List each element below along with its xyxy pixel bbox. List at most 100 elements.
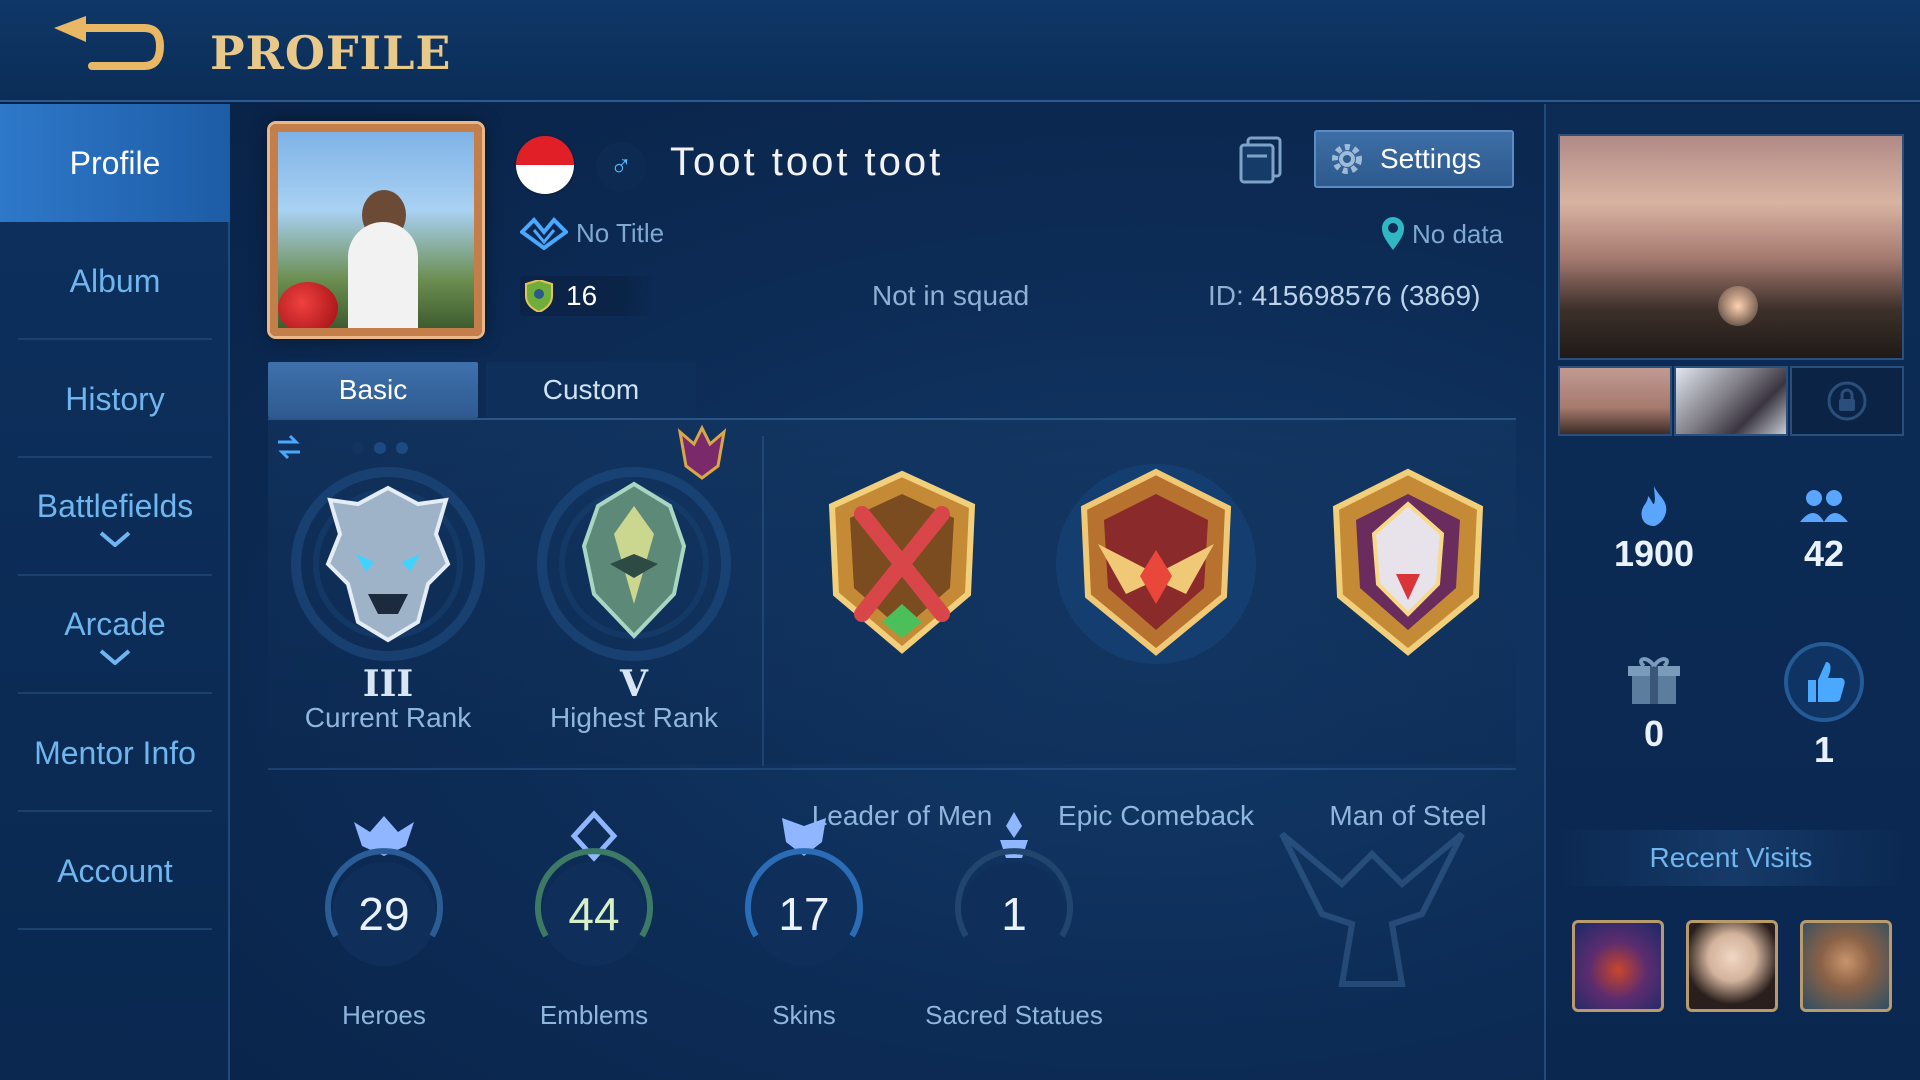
medal-man-of-steel[interactable]: Man of Steel	[1278, 454, 1538, 831]
section-divider	[762, 436, 764, 766]
sidebar-item-label: Account	[57, 852, 173, 889]
tab-basic[interactable]: Basic	[268, 362, 478, 418]
tab-custom[interactable]: Custom	[486, 362, 696, 418]
statues-ring: 1	[955, 812, 1073, 966]
back-arrow-icon[interactable]	[48, 14, 166, 80]
skins-ring: 17	[745, 818, 863, 966]
gift-icon	[1628, 657, 1680, 704]
visitor-avatar[interactable]	[1800, 920, 1892, 1012]
wolf-rank-emblem-icon	[291, 467, 485, 661]
popularity-stat[interactable]: 1900	[1584, 484, 1724, 575]
location-text: No data	[1412, 218, 1504, 249]
heroes-ring: 29	[325, 816, 443, 966]
rank-tier: III	[362, 663, 414, 705]
sidebar-item-mentor-info[interactable]: Mentor Info	[0, 694, 230, 812]
gifts-value: 0	[1643, 713, 1665, 754]
share-card-icon[interactable]	[1238, 136, 1284, 184]
country-flag-icon	[516, 136, 574, 194]
stat-label: Skins	[772, 1000, 836, 1030]
title-text: No Title	[576, 217, 665, 248]
sidebar-item-profile[interactable]: Profile	[0, 104, 230, 222]
visitor-avatar[interactable]	[1572, 920, 1664, 1012]
id-label: ID:	[1208, 280, 1244, 311]
likes-stat[interactable]: 1	[1754, 640, 1894, 771]
rose-decoration	[278, 282, 338, 328]
album-thumbnail[interactable]	[1674, 366, 1788, 436]
emblems-ring: 44	[535, 810, 653, 966]
likes-value: 1	[1813, 729, 1835, 770]
top-bar: PROFILE	[0, 0, 1920, 102]
sidebar-item-label: Arcade	[64, 605, 166, 642]
stat-sacred-statues[interactable]: 1 Sacred Statues	[904, 804, 1124, 1054]
sidebar-item-label: Profile	[69, 144, 161, 181]
album-thumbnail[interactable]	[1558, 366, 1672, 436]
stat-label: Emblems	[539, 1000, 649, 1030]
crossed-swords-medal-icon	[828, 470, 976, 654]
highest-rank[interactable]: V Highest Rank	[514, 454, 754, 754]
player-id: ID: 415698576 (3869)	[1208, 280, 1480, 312]
player-name: Toot toot toot	[670, 140, 944, 184]
stat-label: Sacred Statues	[925, 1000, 1103, 1030]
epic-rank-emblem-icon	[537, 467, 731, 661]
sidebar-item-arcade[interactable]: Arcade	[0, 576, 230, 694]
sidebar-item-label: Mentor Info	[34, 734, 196, 771]
friends-value: 42	[1803, 533, 1845, 574]
stat-emblems[interactable]: 44 Emblems	[484, 804, 704, 1054]
sidebar-item-battlefields[interactable]: Battlefields	[0, 458, 230, 576]
sidebar-item-history[interactable]: History	[0, 340, 230, 458]
avatar-body	[348, 222, 418, 328]
location-pin-icon	[1382, 217, 1404, 250]
avatar[interactable]	[270, 124, 482, 336]
friends-icon	[1800, 490, 1848, 522]
eagle-watermark-icon	[1279, 831, 1465, 987]
level-value: 16	[566, 280, 598, 311]
sidebar: Profile Album History Battlefields Arcad…	[0, 104, 230, 1080]
player-title[interactable]: No Title	[520, 216, 664, 250]
id-value: 415698576 (3869)	[1251, 280, 1481, 311]
stat-skins[interactable]: 17 Skins	[694, 804, 914, 1054]
stat-value: 1	[1001, 888, 1027, 940]
profile-main: ♂ Toot toot toot Settings No Title No da…	[232, 104, 1542, 1080]
chevron-down-icon	[99, 648, 131, 665]
lock-icon	[1827, 381, 1867, 421]
rank-label: Current Rank	[304, 702, 472, 733]
medal-epic-comeback[interactable]: Epic Comeback	[1026, 454, 1286, 831]
album-locked-slot[interactable]	[1790, 366, 1904, 436]
stat-value: 44	[568, 888, 619, 940]
stat-label: Heroes	[342, 1000, 426, 1030]
album-photo-main[interactable]	[1558, 134, 1904, 360]
stat-value: 29	[358, 888, 409, 940]
medal-leader-of-men[interactable]: Leader of Men	[772, 454, 1032, 831]
rank-tier: V	[620, 663, 648, 705]
rank-label: Highest Rank	[549, 702, 719, 733]
sidebar-item-label: Album	[69, 262, 161, 299]
sidebar-item-label: Battlefields	[36, 487, 194, 524]
sun-glow	[1718, 286, 1758, 326]
settings-button[interactable]: Settings	[1314, 130, 1514, 188]
section-divider	[268, 768, 1516, 770]
flame-icon	[1641, 486, 1667, 526]
recent-visits-title: Recent Visits	[1558, 830, 1904, 886]
level-shield-icon	[525, 280, 553, 312]
right-panel: 1900 42 0 1 Recent Visits	[1544, 104, 1920, 1080]
gifts-stat[interactable]: 0	[1584, 652, 1724, 755]
gear-icon	[1332, 144, 1362, 174]
current-rank[interactable]: III Current Rank	[268, 454, 508, 754]
squad-status: Not in squad	[872, 280, 1030, 311]
location[interactable]: No data	[1380, 216, 1503, 252]
title-badge-icon	[520, 217, 568, 250]
stat-heroes[interactable]: 29 Heroes	[274, 804, 494, 1054]
tab-label: Basic	[338, 374, 408, 405]
phoenix-medal-icon	[1056, 464, 1256, 664]
male-icon: ♂	[596, 142, 646, 192]
stat-value: 17	[778, 888, 829, 940]
sidebar-item-account[interactable]: Account	[0, 812, 230, 930]
sidebar-item-album[interactable]: Album	[0, 222, 230, 340]
chevron-down-icon	[99, 530, 131, 547]
friends-stat[interactable]: 42	[1754, 484, 1894, 575]
page-title: PROFILE	[210, 26, 452, 80]
settings-label: Settings	[1380, 143, 1482, 174]
visitor-avatar[interactable]	[1686, 920, 1778, 1012]
knight-helmet-medal-icon	[1332, 468, 1484, 656]
thumbs-up-icon	[1784, 642, 1864, 722]
